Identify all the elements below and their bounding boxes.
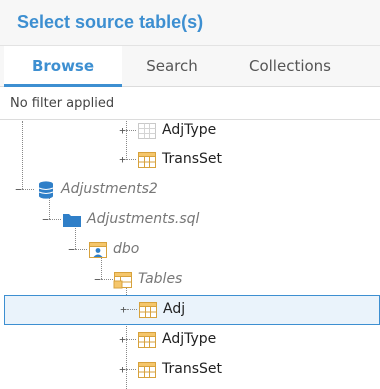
folder-icon [63,214,81,227]
tree-row-transset[interactable]: + TransSet [0,145,380,175]
tab-browse[interactable]: Browse [4,46,122,87]
tree-row-transset[interactable]: + TransSet [0,355,380,385]
table-icon [138,123,156,139]
tree-node-label: AdjType [162,331,217,347]
tree-row-tables[interactable]: − Tables [0,265,380,295]
schema-icon [89,242,107,258]
tree-connector [49,219,61,220]
table-icon [138,152,156,168]
tree-row-dbo[interactable]: − dbo [0,235,380,265]
tree-node-label: dbo [113,241,140,257]
table-icon [138,332,156,348]
tree-row-adjustments2[interactable]: − Adjustments2 [0,175,380,205]
dialog-header: Select source table(s) [0,0,380,46]
tree-connector [127,309,137,310]
dialog-title: Select source table(s) [17,12,204,32]
tree-connector [75,249,87,250]
tab-collections[interactable]: Collections [222,46,358,87]
tree-row-adjtype[interactable]: + AdjType [0,116,380,146]
tree-node-label: TransSet [162,361,222,377]
table-icon [139,302,157,318]
tables-group-icon [113,272,132,289]
tree-connector [126,339,136,340]
tree-node-label: Adjustments2 [61,181,158,197]
filter-status: No filter applied [10,96,115,111]
tree-node-label: Adj [163,301,186,317]
tree-connector [126,130,136,131]
table-icon [138,362,156,378]
tree-connector [101,279,113,280]
tab-bar: Browse Search Collections [0,46,380,87]
tree-node-label: Tables [138,271,183,287]
tab-search[interactable]: Search [122,46,222,87]
tree-connector [126,159,136,160]
tree-row-adjtype[interactable]: + AdjType [0,325,380,355]
tree-row-adjustments-sql[interactable]: − Adjustments.sql [0,205,380,235]
tree-node-label: Adjustments.sql [87,211,200,227]
source-tree[interactable]: + AdjType + TransSet − Adjustments2 − Ad… [0,121,380,389]
tree-row-adj[interactable]: + Adj [4,295,380,325]
tree-connector [126,369,136,370]
tree-connector [22,189,34,190]
tree-node-label: TransSet [162,151,222,167]
database-icon [38,181,54,199]
tree-node-label: AdjType [162,122,217,138]
